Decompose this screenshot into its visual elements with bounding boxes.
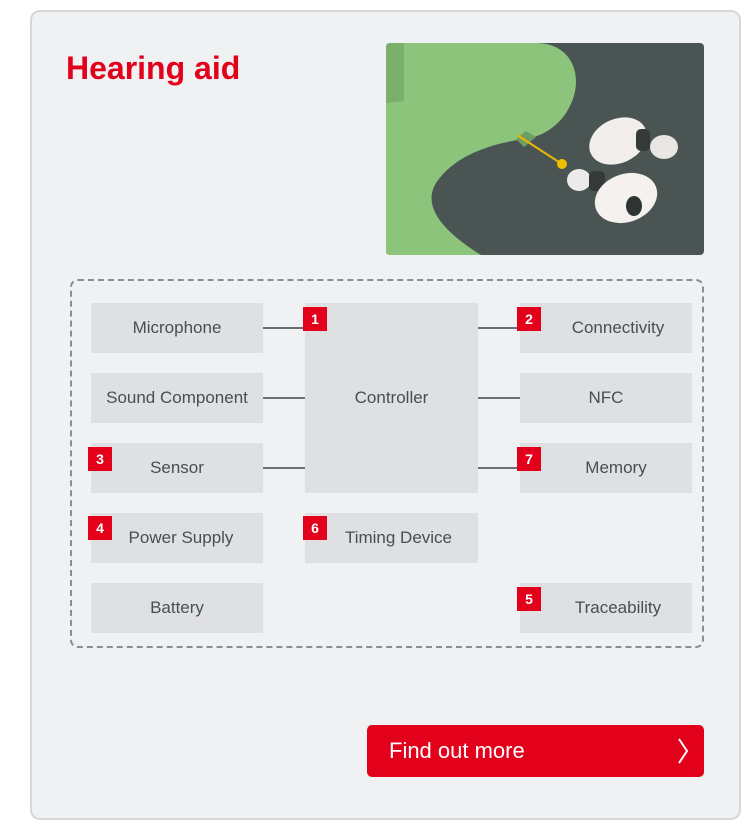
connector-microphone-controller: [263, 327, 305, 329]
badge-timing-device: 6: [303, 516, 327, 540]
badge-power-supply: 4: [88, 516, 112, 540]
block-memory: Memory: [520, 443, 692, 493]
connector-controller-nfc: [478, 397, 520, 399]
connector-controller-connectivity: [478, 327, 520, 329]
connector-sensor-controller: [263, 467, 305, 469]
connector-controller-memory: [478, 467, 520, 469]
badge-connectivity: 2: [517, 307, 541, 331]
block-nfc: NFC: [520, 373, 692, 423]
block-traceability: Traceability: [520, 583, 692, 633]
block-connectivity: Connectivity: [520, 303, 692, 353]
chevron-right-icon: [676, 737, 690, 770]
find-out-more-button[interactable]: Find out more: [367, 725, 704, 777]
block-microphone: Microphone: [91, 303, 263, 353]
badge-memory: 7: [517, 447, 541, 471]
badge-controller: 1: [303, 307, 327, 331]
hearing-aid-image: [386, 43, 704, 255]
badge-sensor: 3: [88, 447, 112, 471]
block-timing-device: Timing Device: [305, 513, 478, 563]
block-battery: Battery: [91, 583, 263, 633]
block-sensor: Sensor: [91, 443, 263, 493]
connector-sound-controller: [263, 397, 305, 399]
badge-traceability: 5: [517, 587, 541, 611]
block-sound-component: Sound Component: [91, 373, 263, 423]
block-controller: Controller: [305, 303, 478, 493]
block-power-supply: Power Supply: [91, 513, 263, 563]
find-out-more-label: Find out more: [389, 738, 525, 763]
card-title: Hearing aid: [66, 50, 241, 86]
